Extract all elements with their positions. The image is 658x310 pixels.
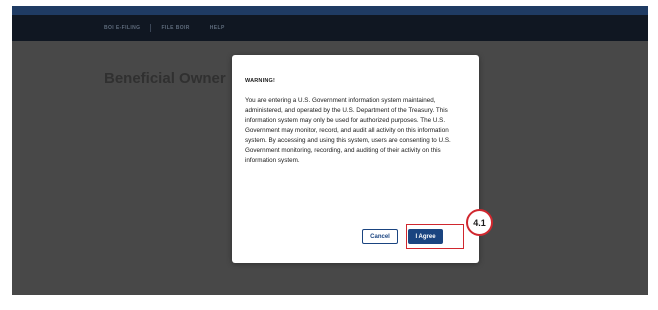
dialog-title: WARNING! [245, 78, 276, 84]
step-highlight-box [406, 224, 464, 249]
top-stripe [12, 6, 648, 15]
step-number-badge: 4.1 [466, 209, 493, 236]
dialog-message: You are entering a U.S. Government infor… [245, 97, 451, 164]
nav-item-file-boir[interactable]: FILE BOIR [151, 25, 199, 31]
nav-item-boi-efiling[interactable]: BOI E-FILING [94, 25, 150, 31]
top-navbar: BOI E-FILING FILE BOIR HELP [12, 15, 648, 41]
cancel-button[interactable]: Cancel [362, 229, 398, 244]
nav-item-help[interactable]: HELP [200, 25, 235, 31]
